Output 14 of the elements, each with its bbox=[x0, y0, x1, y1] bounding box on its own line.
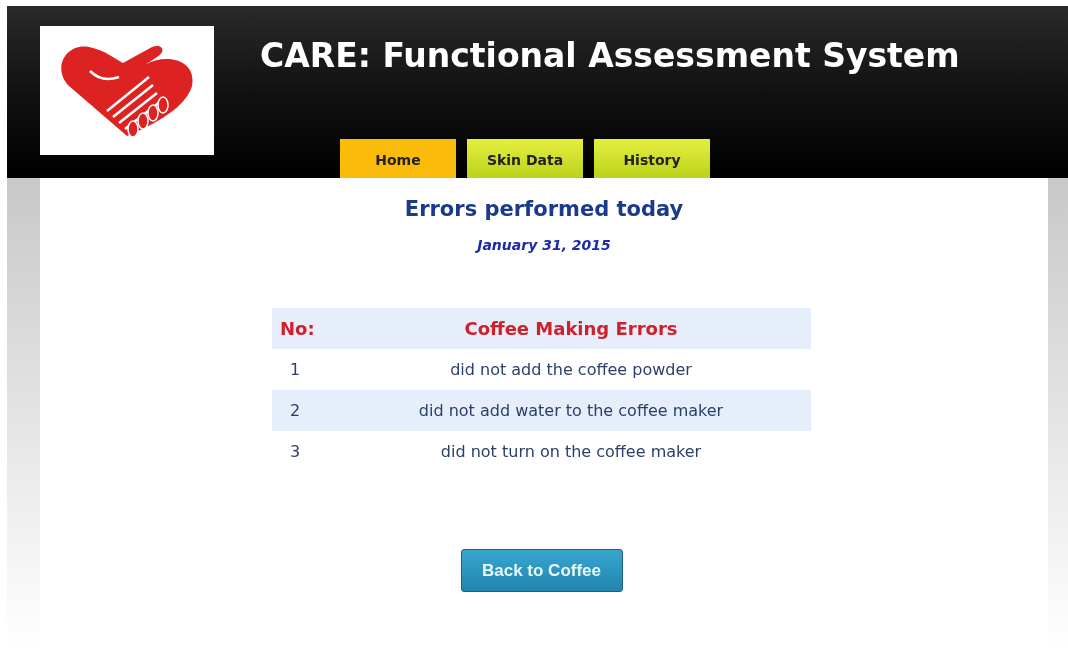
site-title: CARE: Functional Assessment System bbox=[260, 36, 961, 75]
date-label: January 31, 2015 bbox=[477, 237, 611, 253]
table-cell: 1 bbox=[272, 349, 331, 390]
nav-tab[interactable]: Skin Data bbox=[467, 139, 583, 178]
table-cell: did not add water to the coffee maker bbox=[331, 390, 811, 431]
column-header: Coffee Making Errors bbox=[331, 308, 811, 349]
page-heading: Errors performed today bbox=[404, 197, 684, 221]
table-cell: did not turn on the coffee maker bbox=[331, 431, 811, 472]
nav-tab[interactable]: Home bbox=[340, 139, 456, 178]
table-cell: did not add the coffee powder bbox=[331, 349, 811, 390]
table-cell: 3 bbox=[272, 431, 331, 472]
column-header: No: bbox=[272, 308, 331, 349]
table-cell: 2 bbox=[272, 390, 331, 431]
nav-tab[interactable]: History bbox=[594, 139, 710, 178]
